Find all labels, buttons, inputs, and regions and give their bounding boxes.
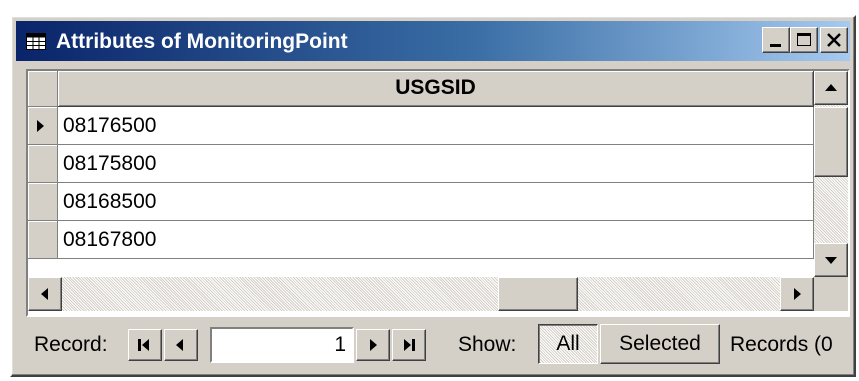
column-header-usgsid[interactable]: USGSID <box>58 71 814 107</box>
close-button[interactable] <box>820 27 848 53</box>
records-count-label: Records (0 <box>730 333 833 356</box>
scrollbar-corner <box>814 277 848 311</box>
table-icon <box>26 33 46 50</box>
scroll-left-button[interactable] <box>28 277 62 311</box>
table-row[interactable]: 08167800 <box>28 221 814 259</box>
show-selected-button[interactable]: Selected <box>600 324 720 364</box>
horizontal-scrollbar[interactable] <box>28 277 814 311</box>
record-navigation-bar: Record: Show: All Selected Records (0 <box>26 321 850 369</box>
row-pointer-icon <box>37 120 44 132</box>
horizontal-scroll-thumb[interactable] <box>498 277 578 311</box>
next-record-button[interactable] <box>356 329 390 361</box>
row-selector[interactable] <box>28 221 58 259</box>
record-number-input[interactable] <box>210 327 354 363</box>
table-cell[interactable]: 08168500 <box>58 183 814 221</box>
scroll-up-button[interactable] <box>814 71 848 105</box>
row-selector[interactable] <box>28 145 58 183</box>
window-title: Attributes of MonitoringPoint <box>56 30 348 53</box>
scroll-down-button[interactable] <box>814 243 848 277</box>
table-cell[interactable]: 08167800 <box>58 221 814 259</box>
row-selector[interactable] <box>28 107 58 145</box>
attribute-table-window: Attributes of MonitoringPoint USGSID 081… <box>10 15 856 377</box>
record-label: Record: <box>34 333 108 356</box>
row-selector[interactable] <box>28 183 58 221</box>
table-cell[interactable]: 08176500 <box>58 107 814 145</box>
vertical-scroll-thumb[interactable] <box>814 107 848 177</box>
first-record-button[interactable] <box>128 329 162 361</box>
previous-record-button[interactable] <box>164 329 198 361</box>
show-all-button[interactable]: All <box>538 324 598 364</box>
last-record-button[interactable] <box>392 329 426 361</box>
title-bar[interactable]: Attributes of MonitoringPoint <box>16 21 850 61</box>
vertical-scrollbar[interactable] <box>814 71 848 277</box>
scroll-right-button[interactable] <box>780 277 814 311</box>
maximize-button[interactable] <box>790 27 818 53</box>
table-cell[interactable]: 08175800 <box>58 145 814 183</box>
minimize-button[interactable] <box>762 27 790 53</box>
table-row[interactable]: 08176500 <box>28 107 814 145</box>
table-row[interactable]: 08168500 <box>28 183 814 221</box>
show-label: Show: <box>458 333 517 356</box>
table-row[interactable]: 08175800 <box>28 145 814 183</box>
attribute-grid: USGSID 08176500 08175800 08168500 081678… <box>26 69 850 317</box>
select-all-corner[interactable] <box>28 71 58 107</box>
